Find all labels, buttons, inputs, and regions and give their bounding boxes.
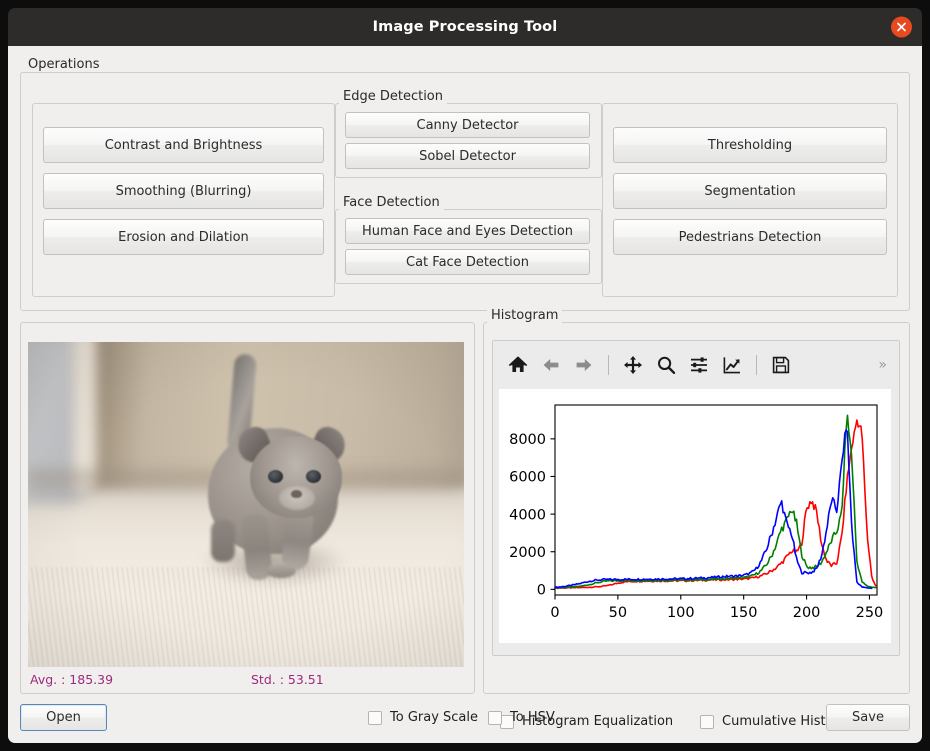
face-detection-title: Face Detection	[339, 195, 444, 210]
histogram-canvas: 0 50 100 150 200 250 0 2000 4000 6000 8000	[499, 389, 891, 643]
svg-text:2000: 2000	[509, 545, 546, 561]
avg-stat-label: Avg. : 185.39	[30, 672, 114, 687]
matplotlib-figure: » 0 50 100 150 200 250 0 2000 4000 6000 8000	[492, 340, 900, 656]
svg-text:8000: 8000	[509, 432, 546, 448]
window-titlebar: Image Processing Tool	[8, 8, 922, 46]
close-button[interactable]	[891, 16, 912, 38]
checkbox-box	[368, 710, 382, 725]
cat-face-detection-button[interactable]: Cat Face Detection	[345, 249, 590, 275]
checkbox-box	[700, 714, 714, 729]
svg-text:100: 100	[667, 605, 695, 621]
save-floppy-icon[interactable]	[770, 354, 792, 376]
smoothing-blurring-button[interactable]: Smoothing (Blurring)	[43, 173, 324, 209]
operations-group-title: Operations	[24, 57, 104, 72]
histogram-plot: 0 50 100 150 200 250 0 2000 4000 6000 8000	[509, 404, 884, 621]
to-hsv-checkbox[interactable]: To HSV	[488, 710, 555, 725]
contrast-brightness-button[interactable]: Contrast and Brightness	[43, 127, 324, 163]
svg-text:6000: 6000	[509, 470, 546, 486]
svg-text:0: 0	[537, 583, 546, 599]
app-root: Image Processing Tool Operations Contras…	[0, 0, 930, 751]
zoom-magnifier-icon[interactable]	[655, 354, 677, 376]
svg-text:50: 50	[609, 605, 627, 621]
toolbar-separator-1	[608, 355, 609, 375]
window-title: Image Processing Tool	[372, 19, 558, 35]
subplot-sliders-icon[interactable]	[688, 354, 710, 376]
canny-detector-button[interactable]: Canny Detector	[345, 112, 590, 138]
checkbox-label: To Gray Scale	[390, 710, 479, 725]
back-arrow-icon[interactable]	[540, 354, 562, 376]
checkbox-label: To HSV	[510, 710, 555, 725]
close-icon	[897, 22, 906, 32]
checkbox-box	[488, 710, 502, 725]
open-button[interactable]: Open	[20, 704, 107, 731]
photo-vignette	[28, 342, 464, 667]
thresholding-button[interactable]: Thresholding	[613, 127, 887, 163]
window-body: Operations Contrast and Brightness Smoot…	[8, 46, 922, 743]
pedestrians-detection-button[interactable]: Pedestrians Detection	[613, 219, 887, 255]
toolbar-separator-2	[756, 355, 757, 375]
home-icon[interactable]	[507, 354, 529, 376]
svg-text:250: 250	[856, 605, 884, 621]
histogram-group-title: Histogram	[487, 308, 563, 323]
edit-curve-icon[interactable]	[721, 354, 743, 376]
segmentation-button[interactable]: Segmentation	[613, 173, 887, 209]
image-preview[interactable]	[28, 342, 464, 667]
std-stat-label: Std. : 53.51	[251, 672, 324, 687]
matplotlib-toolbar: »	[493, 341, 899, 389]
sobel-detector-button[interactable]: Sobel Detector	[345, 143, 590, 169]
human-face-eyes-detection-button[interactable]: Human Face and Eyes Detection	[345, 218, 590, 244]
toolbar-overflow-indicator[interactable]: »	[878, 357, 887, 373]
pan-move-icon[interactable]	[622, 354, 644, 376]
save-button[interactable]: Save	[826, 704, 910, 731]
svg-text:200: 200	[793, 605, 821, 621]
svg-text:4000: 4000	[509, 507, 546, 523]
forward-arrow-icon[interactable]	[573, 354, 595, 376]
edge-detection-title: Edge Detection	[339, 89, 448, 104]
svg-text:0: 0	[550, 605, 559, 621]
erosion-dilation-button[interactable]: Erosion and Dilation	[43, 219, 324, 255]
to-gray-scale-checkbox[interactable]: To Gray Scale	[368, 710, 478, 725]
svg-text:150: 150	[730, 605, 758, 621]
